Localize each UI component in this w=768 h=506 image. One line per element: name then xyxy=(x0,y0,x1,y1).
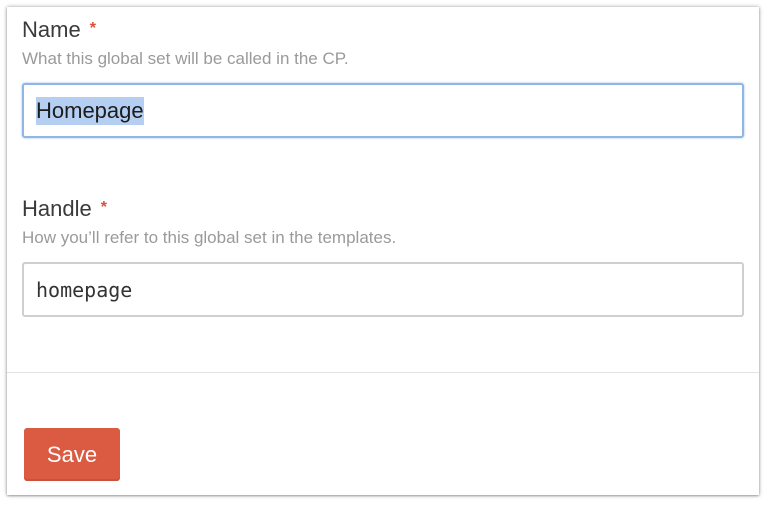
name-label: Name xyxy=(22,17,81,42)
name-input-value: Homepage xyxy=(36,96,144,125)
footer-divider xyxy=(7,372,759,373)
handle-label-row: Handle * xyxy=(22,194,744,224)
required-asterisk-icon: * xyxy=(100,199,107,216)
handle-input-value: homepage xyxy=(36,277,133,302)
global-set-form-panel: Name * What this global set will be call… xyxy=(7,7,759,495)
handle-label: Handle xyxy=(22,196,92,221)
save-button[interactable]: Save xyxy=(24,428,120,481)
name-input[interactable]: Homepage xyxy=(22,83,744,138)
name-instructions: What this global set will be called in t… xyxy=(22,49,349,68)
required-asterisk-icon: * xyxy=(89,20,96,37)
name-label-row: Name * xyxy=(22,15,744,45)
name-field-group: Name * What this global set will be call… xyxy=(22,15,744,138)
handle-field-group: Handle * How you’ll refer to this global… xyxy=(22,194,744,317)
handle-input[interactable]: homepage xyxy=(22,262,744,317)
handle-instructions: How you’ll refer to this global set in t… xyxy=(22,228,397,247)
